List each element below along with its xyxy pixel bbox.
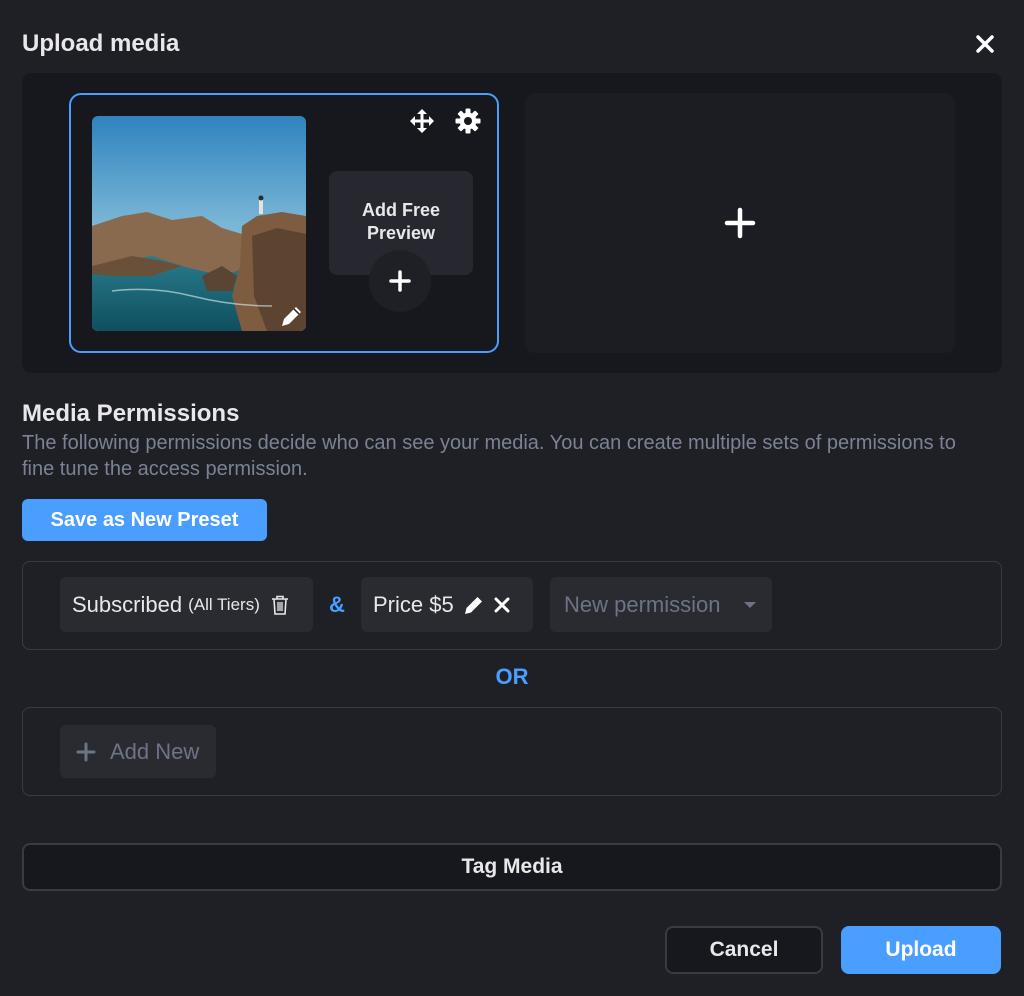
edit-price-icon[interactable] xyxy=(462,593,486,617)
plus-icon[interactable] xyxy=(369,250,431,312)
permissions-description: The following permissions decide who can… xyxy=(22,432,956,480)
price-chip[interactable]: Price $5 xyxy=(361,577,533,632)
subscribed-chip[interactable]: Subscribed (All Tiers) xyxy=(60,577,313,632)
price-label: Price $5 xyxy=(373,591,454,617)
permissions-title: Media Permissions xyxy=(22,400,240,427)
and-joiner: & xyxy=(329,592,345,617)
or-divider: OR xyxy=(495,664,529,689)
dialog-title: Upload media xyxy=(22,30,180,57)
close-icon[interactable] xyxy=(972,31,998,57)
save-preset-button[interactable]: Save as New Preset xyxy=(22,499,267,541)
media-card[interactable]: Add Free Preview xyxy=(69,93,499,353)
permission-set-empty: Add New xyxy=(22,707,1002,796)
plus-icon xyxy=(76,742,96,761)
move-icon[interactable] xyxy=(408,107,436,135)
chevron-down-icon xyxy=(744,601,756,608)
cancel-button[interactable]: Cancel xyxy=(665,926,823,974)
tag-media-button[interactable]: Tag Media xyxy=(22,843,1002,891)
remove-price-icon[interactable] xyxy=(490,593,514,617)
upload-button[interactable]: Upload xyxy=(841,926,1001,974)
add-new-label: Add New xyxy=(110,738,200,764)
new-permission-select[interactable]: New permission xyxy=(550,577,772,632)
upload-media-dialog: Upload media Add Free Preview Media Perm… xyxy=(0,0,1024,996)
media-area: Add Free Preview xyxy=(22,73,1002,373)
media-thumbnail[interactable] xyxy=(92,116,306,331)
add-media-slot[interactable] xyxy=(525,93,955,353)
free-preview-label: Add Free Preview xyxy=(361,200,440,243)
subscribed-label: Subscribed xyxy=(72,591,183,617)
tiers-label: (All Tiers) xyxy=(188,594,260,614)
gear-icon[interactable] xyxy=(454,107,482,135)
trash-icon[interactable] xyxy=(268,593,292,617)
plus-icon xyxy=(724,207,756,239)
new-permission-placeholder: New permission xyxy=(564,591,721,617)
add-new-permission-button[interactable]: Add New xyxy=(60,725,216,778)
permission-set: Subscribed (All Tiers) & Price $5 New pe… xyxy=(22,561,1002,650)
edit-thumbnail-icon[interactable] xyxy=(278,302,306,330)
